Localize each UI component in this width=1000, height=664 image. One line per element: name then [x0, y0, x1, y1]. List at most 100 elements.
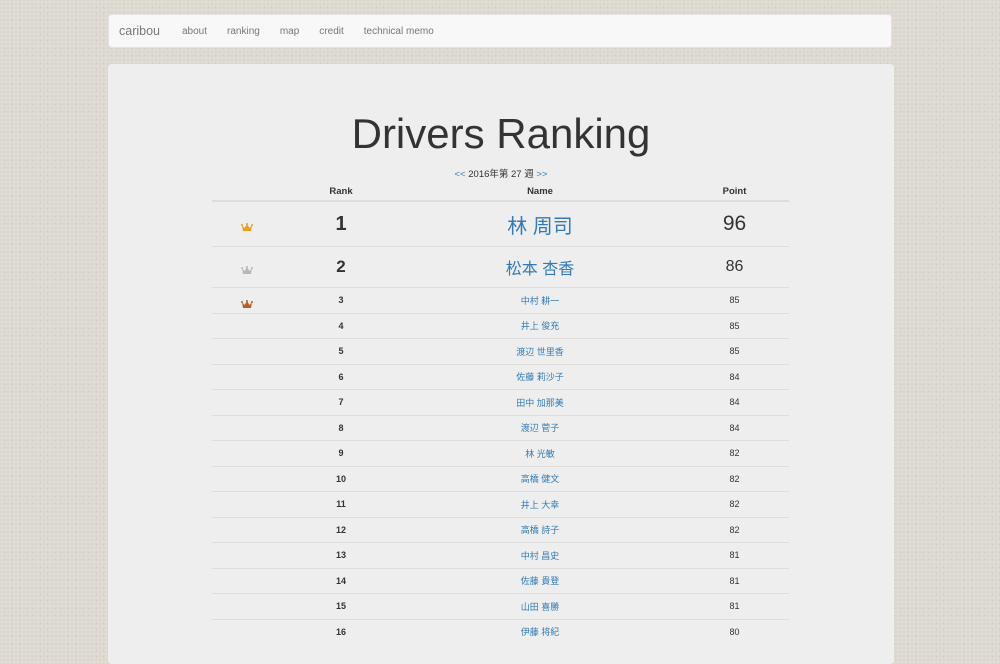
nav-credit[interactable]: credit [319, 26, 343, 37]
crown-cell [212, 542, 282, 568]
point-value: 81 [680, 542, 789, 568]
rank-value: 4 [282, 312, 400, 339]
table-row: 14 佐藤 貴登 81 [212, 567, 789, 594]
week-navigation: << 2016年第 27 週 >> [108, 166, 894, 180]
rank-value: 3 [282, 287, 400, 313]
driver-name-link[interactable]: 佐藤 莉沙子 [516, 372, 564, 382]
driver-name-link[interactable]: 渡辺 菅子 [521, 423, 560, 433]
crown-cell [212, 287, 282, 313]
driver-name-cell: 林 周司 [400, 200, 680, 247]
crown-cell [212, 593, 282, 619]
driver-name-link[interactable]: 高橋 詩子 [521, 525, 560, 535]
rank-value: 12 [282, 516, 400, 543]
table-row: 11 井上 大幸 82 [212, 491, 789, 517]
point-value: 96 [680, 200, 789, 247]
driver-name-link[interactable]: 中村 耕一 [521, 296, 560, 306]
rank-value: 11 [282, 491, 400, 517]
point-value: 81 [680, 567, 789, 594]
crown-cell [212, 491, 282, 517]
prev-week-link[interactable]: << [455, 169, 466, 180]
point-value: 85 [680, 338, 789, 364]
point-value: 84 [680, 414, 789, 441]
driver-name-cell: 林 光敏 [400, 440, 680, 466]
driver-name-cell: 渡辺 世里香 [400, 338, 680, 364]
point-value: 82 [680, 491, 789, 517]
table-row: 1 林 周司 96 [212, 200, 789, 247]
nav-ranking[interactable]: ranking [227, 26, 260, 37]
rank-value: 16 [282, 618, 400, 644]
point-value: 82 [680, 465, 789, 492]
nav-map[interactable]: map [280, 26, 299, 37]
crown-cell [212, 389, 282, 415]
point-value: 81 [680, 593, 789, 619]
table-row: 8 渡辺 菅子 84 [212, 414, 789, 441]
next-week-link[interactable]: >> [536, 169, 547, 180]
rank-value: 6 [282, 363, 400, 390]
driver-name-link[interactable]: 井上 大幸 [521, 500, 560, 510]
table-row: 2 松本 杏香 86 [212, 246, 789, 288]
crown-cell [212, 465, 282, 492]
header-point: Point [680, 182, 789, 202]
driver-name-link[interactable]: 高橋 健文 [521, 474, 560, 484]
driver-name-cell: 渡辺 菅子 [400, 414, 680, 441]
rank-value: 8 [282, 414, 400, 441]
driver-name-link[interactable]: 伊藤 将紀 [521, 627, 560, 637]
driver-name-cell: 井上 俊充 [400, 312, 680, 339]
table-row: 7 田中 加那美 84 [212, 389, 789, 415]
driver-name-cell: 中村 耕一 [400, 287, 680, 313]
rank-value: 15 [282, 593, 400, 619]
point-value: 85 [680, 312, 789, 339]
crown-cell [212, 338, 282, 364]
crown-cell [212, 618, 282, 644]
rank-value: 2 [282, 246, 400, 288]
rank-value: 5 [282, 338, 400, 364]
driver-name-link[interactable]: 林 光敏 [525, 449, 555, 459]
crown-cell [212, 246, 282, 288]
driver-name-link[interactable]: 中村 昌史 [521, 551, 560, 561]
crown-cell [212, 516, 282, 543]
driver-name-cell: 井上 大幸 [400, 491, 680, 517]
top-navbar: caribou about ranking map credit technic… [108, 14, 892, 48]
driver-name-cell: 中村 昌史 [400, 542, 680, 568]
nav-technical-memo[interactable]: technical memo [364, 26, 434, 37]
ranking-table: Rank Name Point 1林 周司 96 2 松本 杏香 86 3 中村 耕一 85 4… [212, 182, 789, 644]
crown-cell [212, 363, 282, 390]
point-value: 86 [680, 246, 789, 288]
driver-name-cell: 田中 加那美 [400, 389, 680, 415]
table-row: 6 佐藤 莉沙子 84 [212, 363, 789, 390]
table-row: 12 高橋 詩子 82 [212, 516, 789, 543]
header-name: Name [400, 182, 680, 202]
table-row: 15 山田 喜勝 81 [212, 593, 789, 619]
page-title: Drivers Ranking [351, 110, 651, 157]
ranking-rows: 1林 周司 96 2 松本 杏香 86 3 中村 耕一 85 4 井上 俊充 85 5 渡辺 世里香 85… [212, 200, 789, 644]
driver-name-link[interactable]: 井上 俊充 [521, 321, 560, 331]
rank-value: 7 [282, 389, 400, 415]
week-label: 2016年第 27 週 [468, 169, 534, 180]
driver-name-link[interactable]: 松本 杏香 [506, 261, 574, 278]
table-row: 13 中村 昌史 81 [212, 542, 789, 568]
point-value: 84 [680, 389, 789, 415]
driver-name-link[interactable]: 林 周司 [507, 216, 573, 238]
rank-value: 9 [282, 440, 400, 466]
rank-value: 13 [282, 542, 400, 568]
rank-value: 1 [282, 200, 400, 247]
table-row: 9 林 光敏 82 [212, 440, 789, 466]
driver-name-link[interactable]: 山田 喜勝 [521, 602, 560, 612]
driver-name-link[interactable]: 渡辺 世里香 [516, 347, 564, 357]
crown-cell [212, 312, 282, 339]
silver-crown-icon [241, 262, 253, 275]
crown-cell [212, 567, 282, 594]
brand-link[interactable]: caribou [119, 24, 160, 38]
ranking-panel: Drivers Ranking << 2016年第 27 週 >> Rank N… [108, 64, 894, 664]
driver-name-link[interactable]: 田中 加那美 [516, 398, 564, 408]
table-row: 16 伊藤 将紀 80 [212, 618, 789, 644]
crown-cell [212, 440, 282, 466]
crown-cell [212, 200, 282, 247]
driver-name-cell: 伊藤 将紀 [400, 618, 680, 644]
point-value: 84 [680, 363, 789, 390]
nav-about[interactable]: about [182, 26, 207, 37]
table-row: 5 渡辺 世里香 85 [212, 338, 789, 364]
rank-value: 10 [282, 465, 400, 492]
driver-name-link[interactable]: 佐藤 貴登 [521, 576, 560, 586]
header-crown [212, 182, 282, 202]
